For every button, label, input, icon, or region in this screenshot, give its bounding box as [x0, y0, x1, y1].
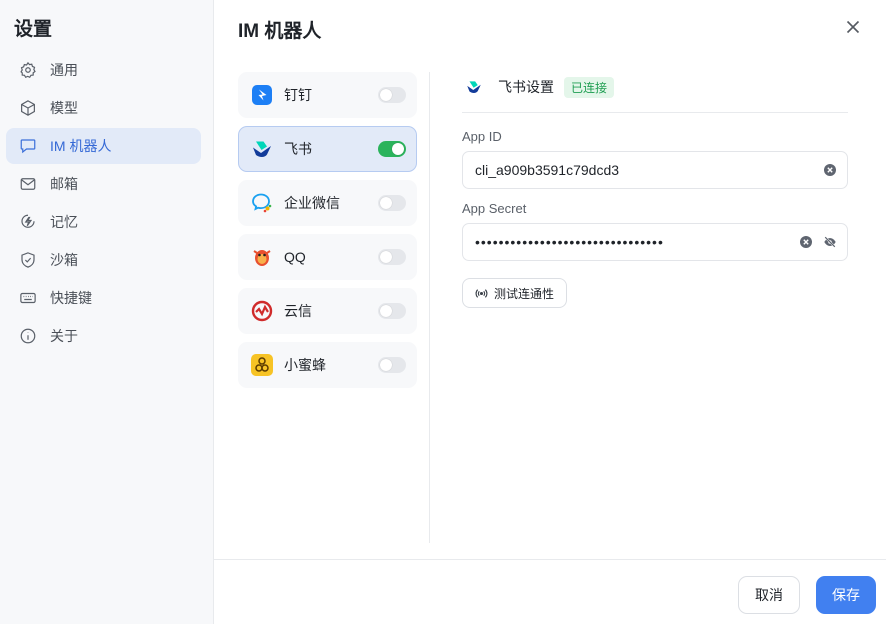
bot-name: 小蜜蜂 [284, 357, 326, 373]
bee-logo-icon [250, 353, 274, 377]
cube-icon [18, 98, 38, 118]
eye-off-icon[interactable] [823, 235, 837, 249]
bot-enable-toggle[interactable] [378, 357, 406, 373]
sidebar-item-about[interactable]: 关于 [6, 318, 201, 354]
sidebar-item-models[interactable]: 模型 [6, 90, 201, 126]
test-connection-button[interactable]: 测试连通性 [462, 278, 568, 308]
bot-item-qq[interactable]: QQ [238, 234, 417, 280]
keyboard-icon [18, 288, 38, 308]
sidebar-item-label: 关于 [50, 328, 78, 344]
save-button[interactable]: 保存 [816, 576, 876, 614]
shield-check-icon [18, 250, 38, 270]
main-content: IM 机器人 钉钉 飞书 企业微信 QQ 云信 小蜜蜂 飞书设置 已连接 App… [214, 0, 886, 624]
panel-header: 飞书设置 已连接 [462, 72, 848, 102]
bot-name: 企业微信 [284, 195, 340, 211]
bot-enable-toggle[interactable] [378, 195, 406, 211]
bot-list: 钉钉 飞书 企业微信 QQ 云信 小蜜蜂 [238, 72, 417, 396]
clear-icon[interactable] [823, 163, 837, 177]
close-icon [846, 20, 860, 34]
header-divider [462, 112, 848, 113]
panel-divider [429, 72, 430, 543]
sidebar-item-label: 邮箱 [50, 176, 78, 192]
sidebar-item-im-bot[interactable]: IM 机器人 [6, 128, 201, 164]
bot-name: 云信 [284, 303, 312, 319]
app-secret-value: •••••••••••••••••••••••••••••••• [475, 234, 664, 250]
sidebar-item-label: 快捷键 [50, 290, 92, 306]
sidebar-item-label: IM 机器人 [50, 138, 112, 154]
bot-name: 飞书 [284, 141, 312, 157]
status-badge: 已连接 [564, 76, 615, 98]
app-secret-label: App Secret [462, 201, 527, 216]
qq-logo-icon [250, 245, 274, 269]
bot-item-bee[interactable]: 小蜜蜂 [238, 342, 417, 388]
sidebar-title: 设置 [14, 19, 53, 40]
sidebar-item-label: 沙箱 [50, 252, 78, 268]
wecom-logo-icon [250, 191, 274, 215]
test-connection-label: 测试连通性 [494, 286, 555, 301]
memory-bolt-icon [18, 212, 38, 232]
mail-icon [18, 174, 38, 194]
bot-enable-toggle[interactable] [378, 141, 406, 157]
gear-icon [18, 60, 38, 80]
bot-item-yunxin[interactable]: 云信 [238, 288, 417, 334]
feishu-logo-icon [462, 75, 486, 99]
info-icon [18, 326, 38, 346]
bot-name: 钉钉 [284, 87, 312, 103]
sidebar-item-sandbox[interactable]: 沙箱 [6, 242, 201, 278]
sidebar-item-general[interactable]: 通用 [6, 52, 201, 88]
bot-item-feishu[interactable]: 飞书 [238, 126, 417, 172]
app-id-value: cli_a909b3591c79dcd3 [475, 162, 620, 178]
settings-nav: 通用 模型 IM 机器人 邮箱 记忆 沙箱 快捷键 关于 [6, 52, 201, 356]
close-button[interactable] [844, 18, 862, 36]
bot-item-wecom[interactable]: 企业微信 [238, 180, 417, 226]
bot-enable-toggle[interactable] [378, 249, 406, 265]
bot-name: QQ [284, 249, 306, 265]
cancel-button[interactable]: 取消 [738, 576, 800, 614]
sidebar-item-mail[interactable]: 邮箱 [6, 166, 201, 202]
panel-title: 飞书设置 [498, 79, 554, 95]
feishu-logo-icon [250, 137, 274, 161]
sidebar-item-label: 记忆 [50, 214, 78, 230]
page-title: IM 机器人 [238, 21, 322, 42]
sidebar-item-memory[interactable]: 记忆 [6, 204, 201, 240]
footer-divider [214, 559, 886, 560]
yunxin-logo-icon [250, 299, 274, 323]
settings-sidebar: 设置 通用 模型 IM 机器人 邮箱 记忆 沙箱 快捷键 关于 [0, 0, 214, 624]
bot-enable-toggle[interactable] [378, 303, 406, 319]
sidebar-item-label: 模型 [50, 100, 78, 116]
dingtalk-logo-icon [250, 83, 274, 107]
bot-settings-panel: 飞书设置 已连接 App ID cli_a909b3591c79dcd3 App… [462, 72, 848, 308]
app-secret-field[interactable]: •••••••••••••••••••••••••••••••• [462, 223, 848, 261]
chat-bubble-icon [18, 136, 38, 156]
clear-icon[interactable] [799, 235, 813, 249]
signal-icon [475, 288, 488, 298]
bot-enable-toggle[interactable] [378, 87, 406, 103]
bot-item-dingtalk[interactable]: 钉钉 [238, 72, 417, 118]
app-id-label: App ID [462, 129, 502, 144]
app-id-field[interactable]: cli_a909b3591c79dcd3 [462, 151, 848, 189]
sidebar-item-label: 通用 [50, 62, 78, 78]
sidebar-item-shortcuts[interactable]: 快捷键 [6, 280, 201, 316]
